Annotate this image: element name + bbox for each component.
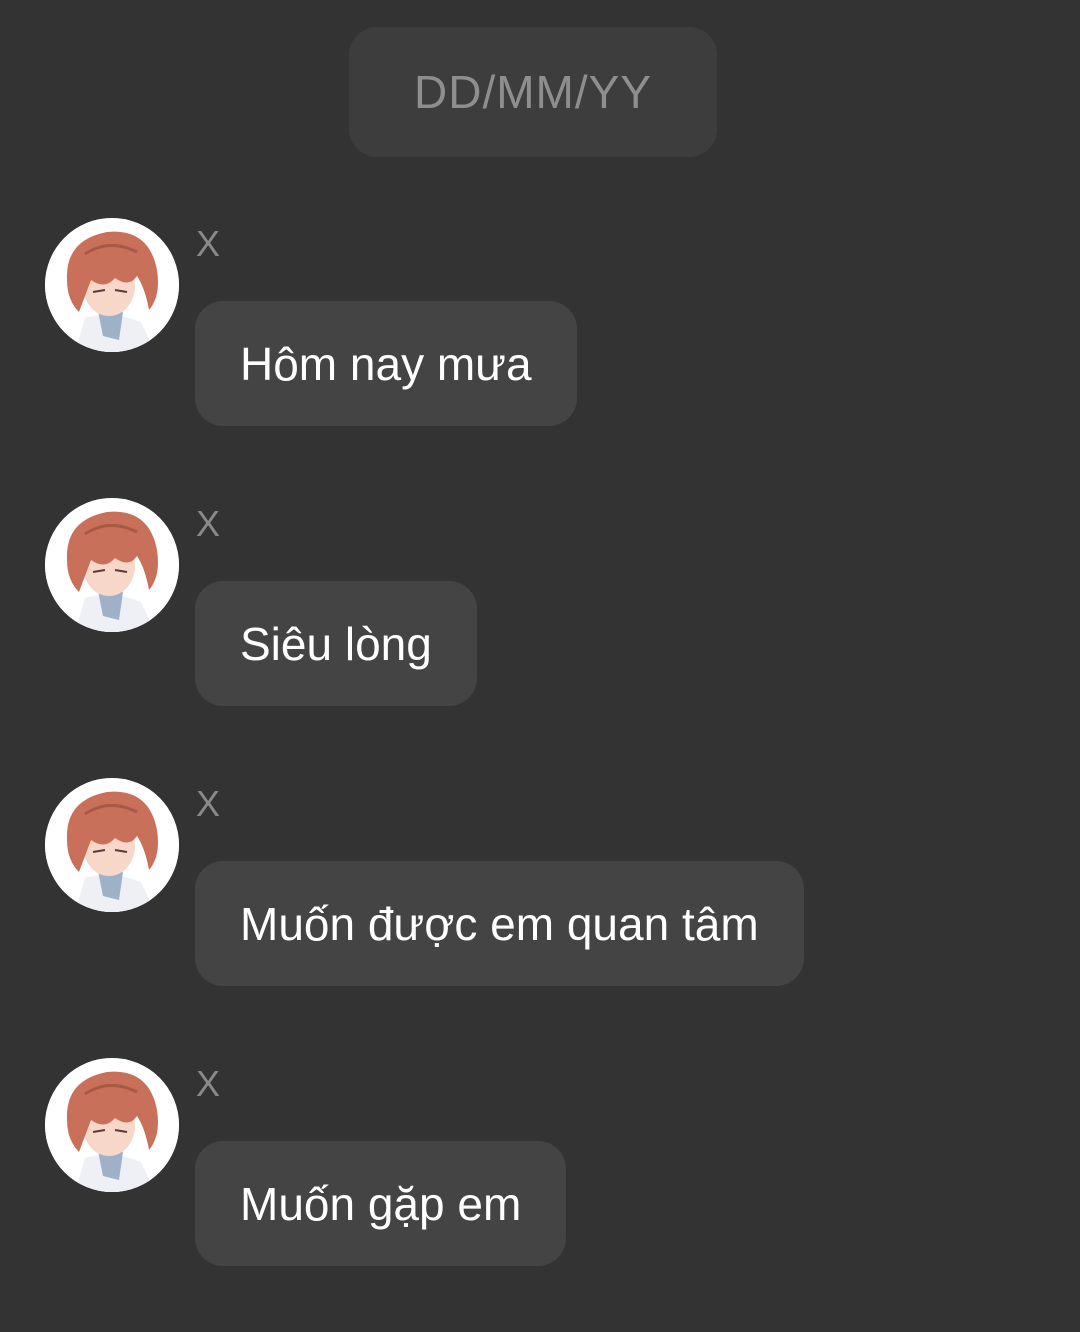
avatar[interactable]	[45, 498, 179, 632]
message-bubble[interactable]: Siêu lòng	[195, 581, 477, 706]
message-bubble[interactable]: Hôm nay mưa	[195, 301, 577, 426]
anime-boy-avatar-icon	[45, 1058, 179, 1192]
chat-screen: DD/MM/YY X Hôm nay mưa X Siêu lòng X Muố…	[0, 0, 1080, 1332]
message-bubble[interactable]: Muốn gặp em	[195, 1141, 567, 1266]
anime-boy-avatar-icon	[45, 778, 179, 912]
message-row: X Siêu lòng	[0, 498, 1080, 728]
avatar[interactable]	[45, 1058, 179, 1192]
avatar[interactable]	[45, 778, 179, 912]
message-bubble[interactable]: Muốn được em quan tâm	[195, 861, 804, 986]
sender-name: X	[196, 1063, 221, 1104]
avatar[interactable]	[45, 218, 179, 352]
message-row: X Hôm nay mưa	[0, 218, 1080, 448]
sender-name: X	[196, 783, 221, 824]
message-row: X Muốn gặp em	[0, 1058, 1080, 1288]
message-row: X Muốn được em quan tâm	[0, 778, 1080, 1008]
anime-boy-avatar-icon	[45, 498, 179, 632]
date-header: DD/MM/YY	[349, 27, 717, 157]
sender-name: X	[196, 223, 221, 264]
sender-name: X	[196, 503, 221, 544]
anime-boy-avatar-icon	[45, 218, 179, 352]
